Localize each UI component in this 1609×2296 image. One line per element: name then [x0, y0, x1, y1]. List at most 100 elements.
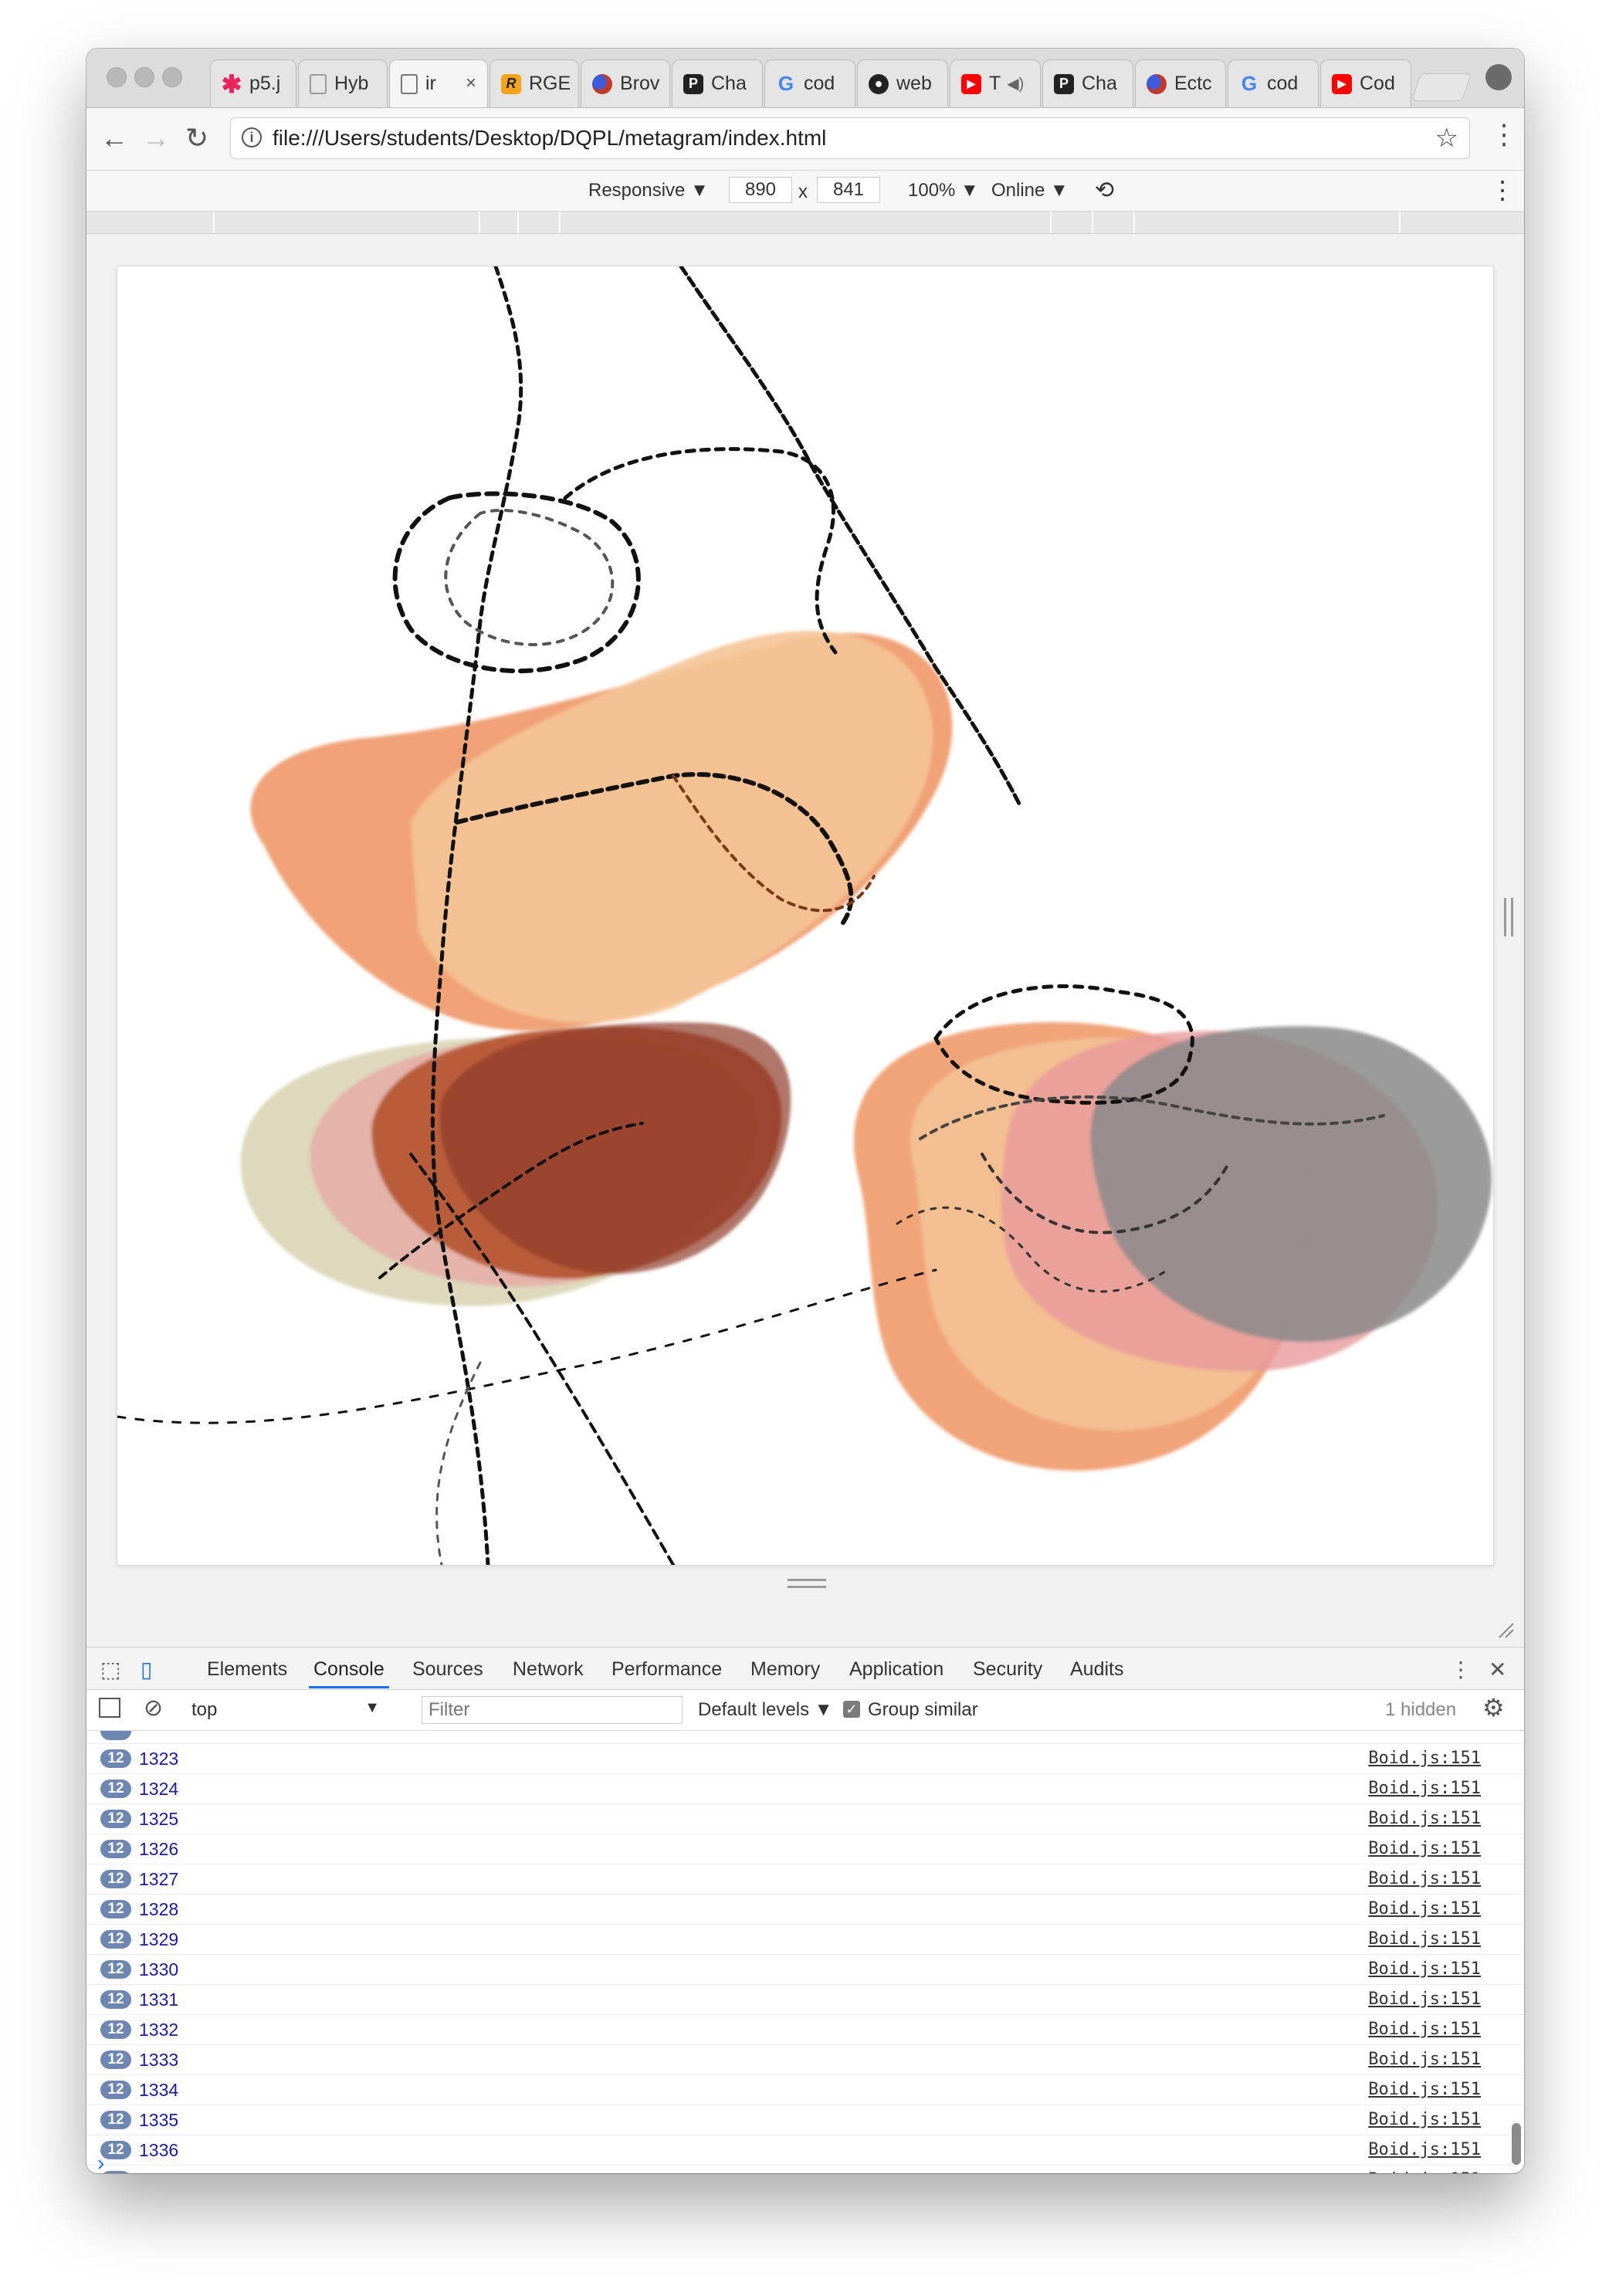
log-row: [86, 1731, 1524, 1744]
log-value: 1330: [139, 1959, 179, 1979]
source-link[interactable]: Boid.js:151: [1368, 1959, 1481, 1979]
tab-cod-3[interactable]: ▶ Cod: [1320, 59, 1411, 107]
tab-cha-2[interactable]: P Cha: [1042, 59, 1133, 107]
viewport-height-input[interactable]: 841: [817, 177, 880, 203]
reload-icon[interactable]: ↻: [185, 122, 208, 154]
address-bar[interactable]: i file:///Users/students/Desktop/DQPL/me…: [230, 117, 1470, 159]
dimension-separator: x: [798, 181, 808, 202]
log-levels-select[interactable]: Default levels ▼: [698, 1699, 833, 1721]
close-devtools-icon[interactable]: ✕: [1489, 1657, 1506, 1682]
repeat-count-badge: 12: [100, 1960, 131, 1979]
page-viewport: [86, 234, 1524, 1647]
source-link[interactable]: Boid.js:151: [1368, 1929, 1481, 1949]
console-prompt[interactable]: ›: [97, 2151, 104, 2173]
zoom-window-button[interactable]: [162, 67, 182, 87]
close-window-button[interactable]: [107, 67, 127, 87]
inspect-element-icon[interactable]: ⬚: [100, 1657, 120, 1682]
tab-performance[interactable]: Performance: [611, 1658, 722, 1681]
log-value: 1323: [139, 1749, 179, 1769]
sidebar-toggle-icon[interactable]: [99, 1698, 120, 1718]
tab-application[interactable]: Application: [849, 1658, 943, 1681]
device-toolbar-menu-icon[interactable]: ⋮: [1490, 175, 1515, 205]
device-toggle-icon[interactable]: ▯: [141, 1657, 152, 1682]
console-filter-input[interactable]: Filter: [422, 1696, 683, 1724]
tab-p5[interactable]: ✱ p5.j: [210, 59, 296, 107]
tab-rge[interactable]: R RGE: [489, 59, 579, 107]
tab-t-audio[interactable]: ▶ T ◀): [950, 59, 1041, 107]
minimize-window-button[interactable]: [134, 67, 154, 87]
source-link[interactable]: Boid.js:151: [1368, 1809, 1481, 1828]
viewport-resize-handle-bottom[interactable]: [788, 1579, 826, 1588]
console-scrollbar[interactable]: [1512, 2123, 1521, 2165]
viewport-resize-handle-right[interactable]: [1504, 898, 1513, 936]
p5-canvas[interactable]: [117, 266, 1493, 1565]
media-query-bar[interactable]: [86, 212, 1524, 234]
console-settings-gear-icon[interactable]: ⚙: [1482, 1693, 1505, 1722]
url-text[interactable]: file:///Users/students/Desktop/DQPL/meta…: [273, 126, 826, 151]
source-link[interactable]: Boid.js:151: [1368, 2140, 1481, 2159]
page-icon: [401, 73, 418, 94]
tab-network[interactable]: Network: [513, 1658, 584, 1681]
source-link[interactable]: Boid.js:151: [1368, 1869, 1481, 1888]
source-link[interactable]: Boid.js:151: [1368, 1749, 1481, 1768]
context-value: top: [191, 1699, 218, 1720]
google-icon: G: [777, 72, 794, 95]
device-mode-select[interactable]: Responsive ▼: [588, 180, 709, 201]
tab-cod-1[interactable]: G cod: [764, 59, 855, 107]
tab-console[interactable]: Console: [309, 1658, 389, 1688]
tab-audits[interactable]: Audits: [1070, 1658, 1123, 1681]
source-link[interactable]: Boid.js:151: [1368, 2020, 1481, 2039]
source-link[interactable]: Boid.js:151: [1368, 2050, 1481, 2069]
tab-index-active[interactable]: ir ×: [389, 59, 488, 107]
devtools-menu-icon[interactable]: ⋮: [1450, 1657, 1472, 1682]
browser-menu-icon[interactable]: ⋮: [1490, 120, 1518, 148]
source-link[interactable]: Boid.js:151: [1368, 2170, 1481, 2173]
tab-cha-1[interactable]: P Cha: [672, 59, 763, 107]
tab-sources[interactable]: Sources: [412, 1658, 483, 1681]
info-icon[interactable]: i: [242, 127, 262, 147]
ectoplasm-icon: [1147, 73, 1167, 94]
repeat-count-badge: 12: [100, 1780, 131, 1798]
forward-arrow-icon[interactable]: →: [142, 122, 170, 154]
back-arrow-icon[interactable]: ←: [100, 122, 128, 154]
rotate-icon[interactable]: ⟲: [1095, 177, 1114, 204]
source-link[interactable]: Boid.js:151: [1368, 2110, 1481, 2129]
source-link[interactable]: Boid.js:151: [1368, 1839, 1481, 1858]
log-row: 12 1333 Boid.js:151: [86, 2045, 1524, 2075]
zoom-select[interactable]: 100% ▼: [908, 180, 979, 201]
tab-cod-2[interactable]: G cod: [1228, 59, 1319, 107]
tab-label: Cha: [711, 73, 747, 94]
context-select[interactable]: top ▼: [185, 1696, 384, 1722]
close-tab-icon[interactable]: ×: [466, 73, 476, 94]
tab-hyb[interactable]: Hyb: [298, 59, 388, 107]
new-tab-button[interactable]: [1411, 73, 1472, 101]
tab-web[interactable]: ● web: [857, 59, 948, 107]
source-link[interactable]: Boid.js:151: [1368, 1779, 1481, 1798]
console-log[interactable]: 12 1323 Boid.js:151 12 1324 Boid.js:151 12 1325…: [86, 1731, 1524, 2173]
log-value: 1335: [139, 2110, 179, 2130]
hidden-count: 1 hidden: [1385, 1699, 1457, 1720]
log-row: 12 1324 Boid.js:151: [86, 1774, 1524, 1804]
tab-elements[interactable]: Elements: [207, 1658, 287, 1681]
browser-window: ✱ p5.j Hyb ir × R RGE Brov P Cha G cod ●…: [86, 49, 1524, 2173]
console-toolbar: ⊘ top ▼ Filter Default levels ▼ ✓ Group …: [86, 1690, 1524, 1731]
source-link[interactable]: Boid.js:151: [1368, 2080, 1481, 2099]
device-toolbar: Responsive ▼ 890 x 841 100% ▼ Online ▼ ⟲…: [86, 171, 1524, 212]
source-link[interactable]: Boid.js:151: [1368, 1990, 1481, 2009]
bookmark-star-icon[interactable]: ☆: [1435, 123, 1458, 154]
profile-icon[interactable]: [1485, 64, 1512, 90]
tab-label: Brov: [620, 73, 660, 94]
tab-ecto[interactable]: Ectc: [1135, 59, 1226, 107]
repeat-count-badge: 12: [100, 1930, 131, 1949]
group-similar-checkbox[interactable]: ✓: [843, 1701, 860, 1718]
viewport-width-input[interactable]: 890: [729, 177, 792, 203]
tab-brow[interactable]: Brov: [581, 59, 670, 107]
network-throttle-select[interactable]: Online ▼: [991, 180, 1069, 201]
chevron-down-icon: ▼: [364, 1699, 380, 1716]
source-link[interactable]: Boid.js:151: [1368, 1899, 1481, 1918]
ectoplasm-icon: [592, 73, 612, 94]
viewport-resize-corner-icon[interactable]: [1496, 1620, 1515, 1639]
clear-console-icon[interactable]: ⊘: [144, 1695, 163, 1722]
tab-security[interactable]: Security: [973, 1658, 1042, 1681]
tab-memory[interactable]: Memory: [750, 1658, 820, 1681]
